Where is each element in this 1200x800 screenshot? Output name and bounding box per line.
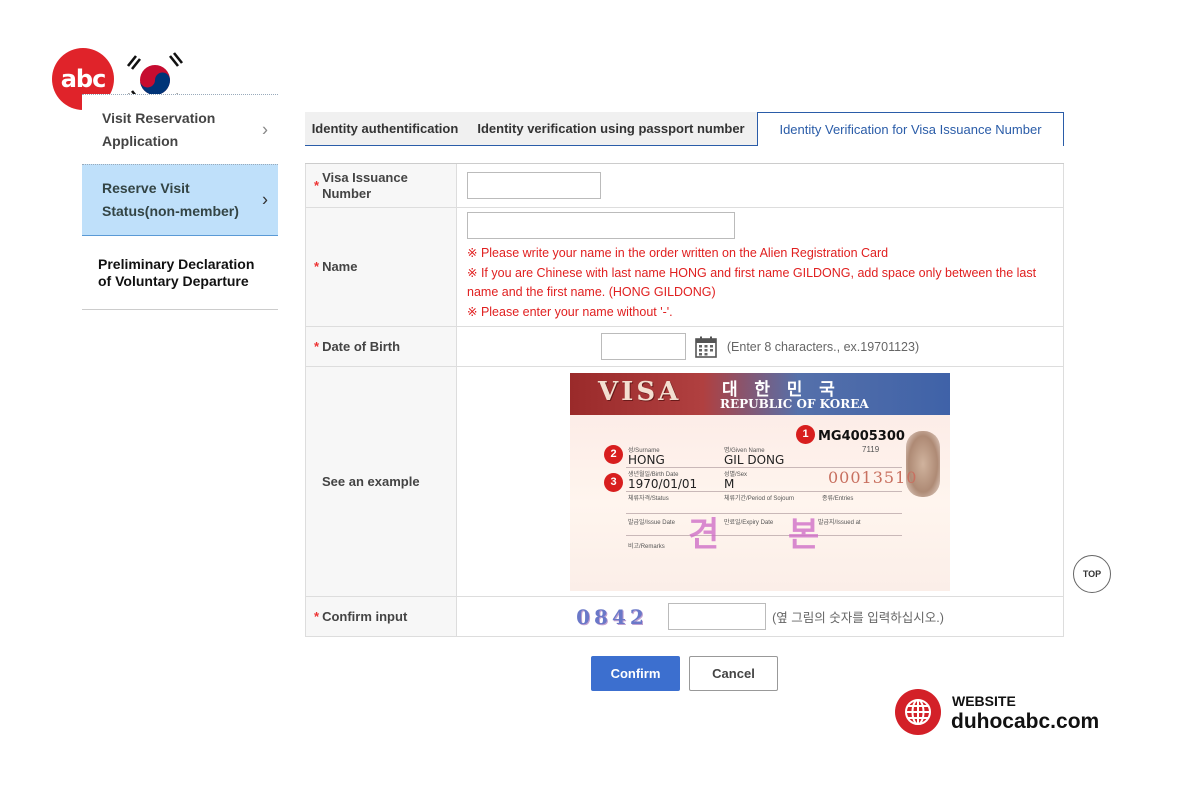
form-row-dob: * Date of Birth (Enter 8 characters., ex… — [305, 327, 1064, 367]
required-mark: * — [314, 259, 320, 274]
tab-visa-issuance-verification[interactable]: Identity Verification for Visa Issuance … — [757, 112, 1064, 146]
divider — [626, 490, 902, 492]
visa-sample-number: MG4005300 — [818, 428, 905, 444]
form-row-visa-number: * Visa Issuance Number — [305, 164, 1064, 208]
sidebar-item-reserve-status[interactable]: Reserve Visit Status(non-member) › — [82, 164, 278, 235]
expiry-date-label: 만료일/Expiry Date — [724, 519, 774, 526]
field-label: * Name — [306, 208, 457, 326]
captcha-input[interactable] — [668, 603, 767, 630]
given-name-value: GIL DONG — [724, 452, 785, 467]
website-url[interactable]: duhocabc.com — [951, 710, 1099, 734]
name-note: ※ If you are Chinese with last name HONG… — [467, 265, 1037, 300]
sidebar-item-voluntary-departure[interactable]: Preliminary Declaration of Voluntary Dep… — [82, 235, 278, 310]
captcha-hint: (옆 그림의 숫자를 입력하십시오.) — [772, 611, 944, 625]
tab-passport-verification[interactable]: Identity verification using passport num… — [465, 112, 757, 145]
sidebar-item-label: Visit Reservation Application — [102, 110, 216, 149]
sex-value: M — [724, 476, 735, 491]
stamp-right: 본 — [788, 515, 820, 554]
sidebar-item-label: Preliminary Declaration of Voluntary Dep… — [98, 256, 255, 289]
sidebar-item-visit-reservation[interactable]: Visit Reservation Application › — [82, 94, 278, 164]
chevron-right-icon: › — [262, 189, 268, 210]
name-note: ※ Please enter your name without '-'. — [467, 304, 673, 319]
field-label: * Visa Issuance Number — [306, 164, 457, 207]
required-mark: * — [314, 177, 320, 193]
visa-word: VISA — [598, 376, 682, 407]
form-row-name: * Name ※ Please write your name in the o… — [305, 208, 1064, 327]
remarks-label: 비고/Remarks — [628, 543, 665, 550]
issue-date-label: 발급일/Issue Date — [628, 519, 675, 526]
tab-identity-authentification[interactable]: Identity authentification — [305, 112, 465, 145]
surname-value: HONG — [628, 452, 665, 467]
required-mark: * — [314, 608, 320, 624]
visa-serial: 00013510 — [828, 467, 918, 487]
visa-example-image: VISA 대 한 민 국 REPUBLIC OF KOREA 1 MG40053… — [570, 372, 950, 591]
divider — [626, 512, 902, 514]
sidebar: Visit Reservation Application › Reserve … — [82, 94, 278, 310]
globe-icon — [895, 689, 941, 735]
name-label: Name — [322, 259, 358, 274]
dob-label: Date of Birth — [322, 338, 401, 354]
name-input[interactable] — [467, 212, 735, 239]
visa-number-input[interactable] — [467, 172, 601, 199]
field-label: * Confirm input — [306, 597, 457, 636]
verification-form: * Visa Issuance Number * Name ※ Please w… — [305, 163, 1064, 637]
website-badge: WEBSITE duhocabc.com — [895, 689, 1135, 739]
badge-1: 1 — [796, 424, 815, 444]
badge-3: 3 — [604, 472, 623, 492]
name-note: ※ Please write your name in the order wr… — [467, 246, 889, 260]
field-label: * Date of Birth — [306, 327, 457, 366]
visa-number-label: Visa Issuance Number — [322, 169, 408, 201]
scroll-top-button[interactable]: TOP — [1073, 555, 1111, 593]
cancel-button[interactable]: Cancel — [689, 656, 778, 691]
small-code: 7119 — [862, 444, 880, 454]
emblem-icon — [906, 430, 940, 497]
captcha-image: 0842 — [576, 604, 648, 629]
stamp-left: 견 — [688, 515, 720, 554]
confirm-button[interactable]: Confirm — [591, 656, 680, 691]
sidebar-item-label: Reserve Visit Status(non-member) — [102, 180, 239, 219]
tab-bar: Identity authentification Identity verif… — [305, 112, 1064, 146]
confirm-input-label: Confirm input — [322, 608, 408, 624]
entries-label: 종류/Entries — [822, 495, 854, 502]
required-mark: * — [314, 338, 320, 354]
calendar-icon[interactable] — [695, 336, 717, 358]
status-label: 체류자격/Status — [628, 495, 669, 502]
issued-at-label: 발급지/Issued at — [818, 519, 861, 526]
visa-republic: REPUBLIC OF KOREA — [720, 396, 869, 411]
form-row-confirm-input: * Confirm input 0842 (옆 그림의 숫자를 입력하십시오.) — [305, 597, 1064, 637]
period-label: 체류기간/Period of Sojourn — [724, 495, 795, 502]
divider — [626, 534, 902, 536]
example-label: See an example — [306, 367, 457, 596]
website-label: WEBSITE — [952, 693, 1016, 709]
form-row-example: See an example VISA 대 한 민 국 REPUBLIC OF … — [305, 367, 1064, 597]
chevron-right-icon: › — [262, 119, 268, 139]
birth-value: 1970/01/01 — [628, 476, 698, 491]
badge-2: 2 — [604, 444, 623, 464]
dob-hint: (Enter 8 characters., ex.19701123) — [726, 339, 920, 354]
dob-input[interactable] — [600, 333, 686, 360]
